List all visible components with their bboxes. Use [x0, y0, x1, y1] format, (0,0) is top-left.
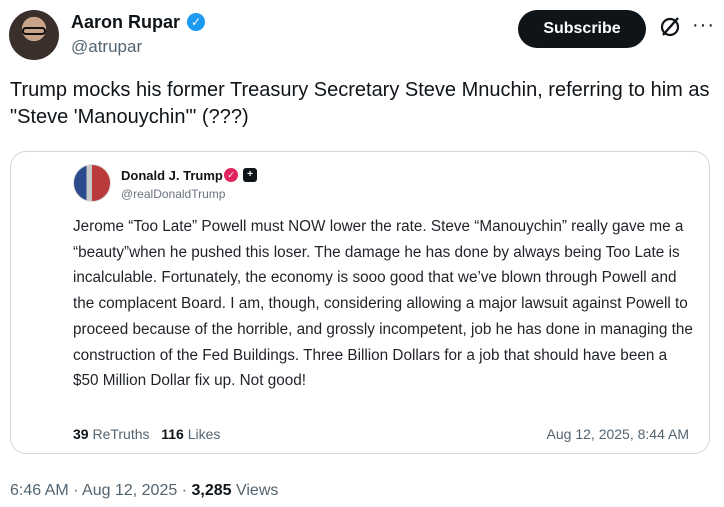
quoted-author-name[interactable]: Donald J. Trump: [121, 168, 223, 183]
tweet-text: Trump mocks his former Treasury Secretar…: [10, 79, 710, 128]
quoted-stats: 39 ReTruths 116 Likes: [73, 426, 220, 442]
quoted-post-text: Jerome “Too Late” Powell must NOW lower …: [73, 218, 693, 390]
quoted-post[interactable]: Donald J. Trump ✓ + @realDonaldTrump Jer…: [10, 151, 710, 454]
retruths-count: 39: [73, 426, 89, 442]
meta-separator: ·: [73, 482, 79, 499]
likes-count: 116: [161, 426, 184, 442]
post-time[interactable]: 6:46 AM: [10, 482, 69, 499]
likes-label: Likes: [187, 426, 221, 442]
subscribe-button[interactable]: Subscribe: [518, 10, 646, 48]
plus-badge-icon: +: [243, 168, 257, 182]
quoted-avatar[interactable]: [73, 164, 111, 202]
author-avatar[interactable]: [9, 10, 59, 60]
verified-badge-icon: ✓: [187, 13, 205, 31]
post-meta: 6:46 AM · Aug 12, 2025 · 3,285 Views: [10, 482, 278, 500]
verified-check-icon: ✓: [224, 168, 238, 182]
views-count: 3,285: [191, 482, 232, 499]
quoted-post-date: Aug 12, 2025, 8:44 AM: [546, 426, 689, 442]
meta-separator: ·: [181, 482, 188, 499]
more-icon[interactable]: ···: [692, 14, 715, 37]
quoted-author-handle[interactable]: @realDonaldTrump: [121, 187, 225, 201]
grok-icon[interactable]: [657, 14, 683, 40]
retruths-label: ReTruths: [92, 426, 150, 442]
author-handle[interactable]: @atrupar: [71, 37, 142, 57]
post-date[interactable]: Aug 12, 2025: [82, 482, 177, 499]
views-label: Views: [235, 482, 279, 499]
author-name[interactable]: Aaron Rupar: [71, 12, 180, 33]
